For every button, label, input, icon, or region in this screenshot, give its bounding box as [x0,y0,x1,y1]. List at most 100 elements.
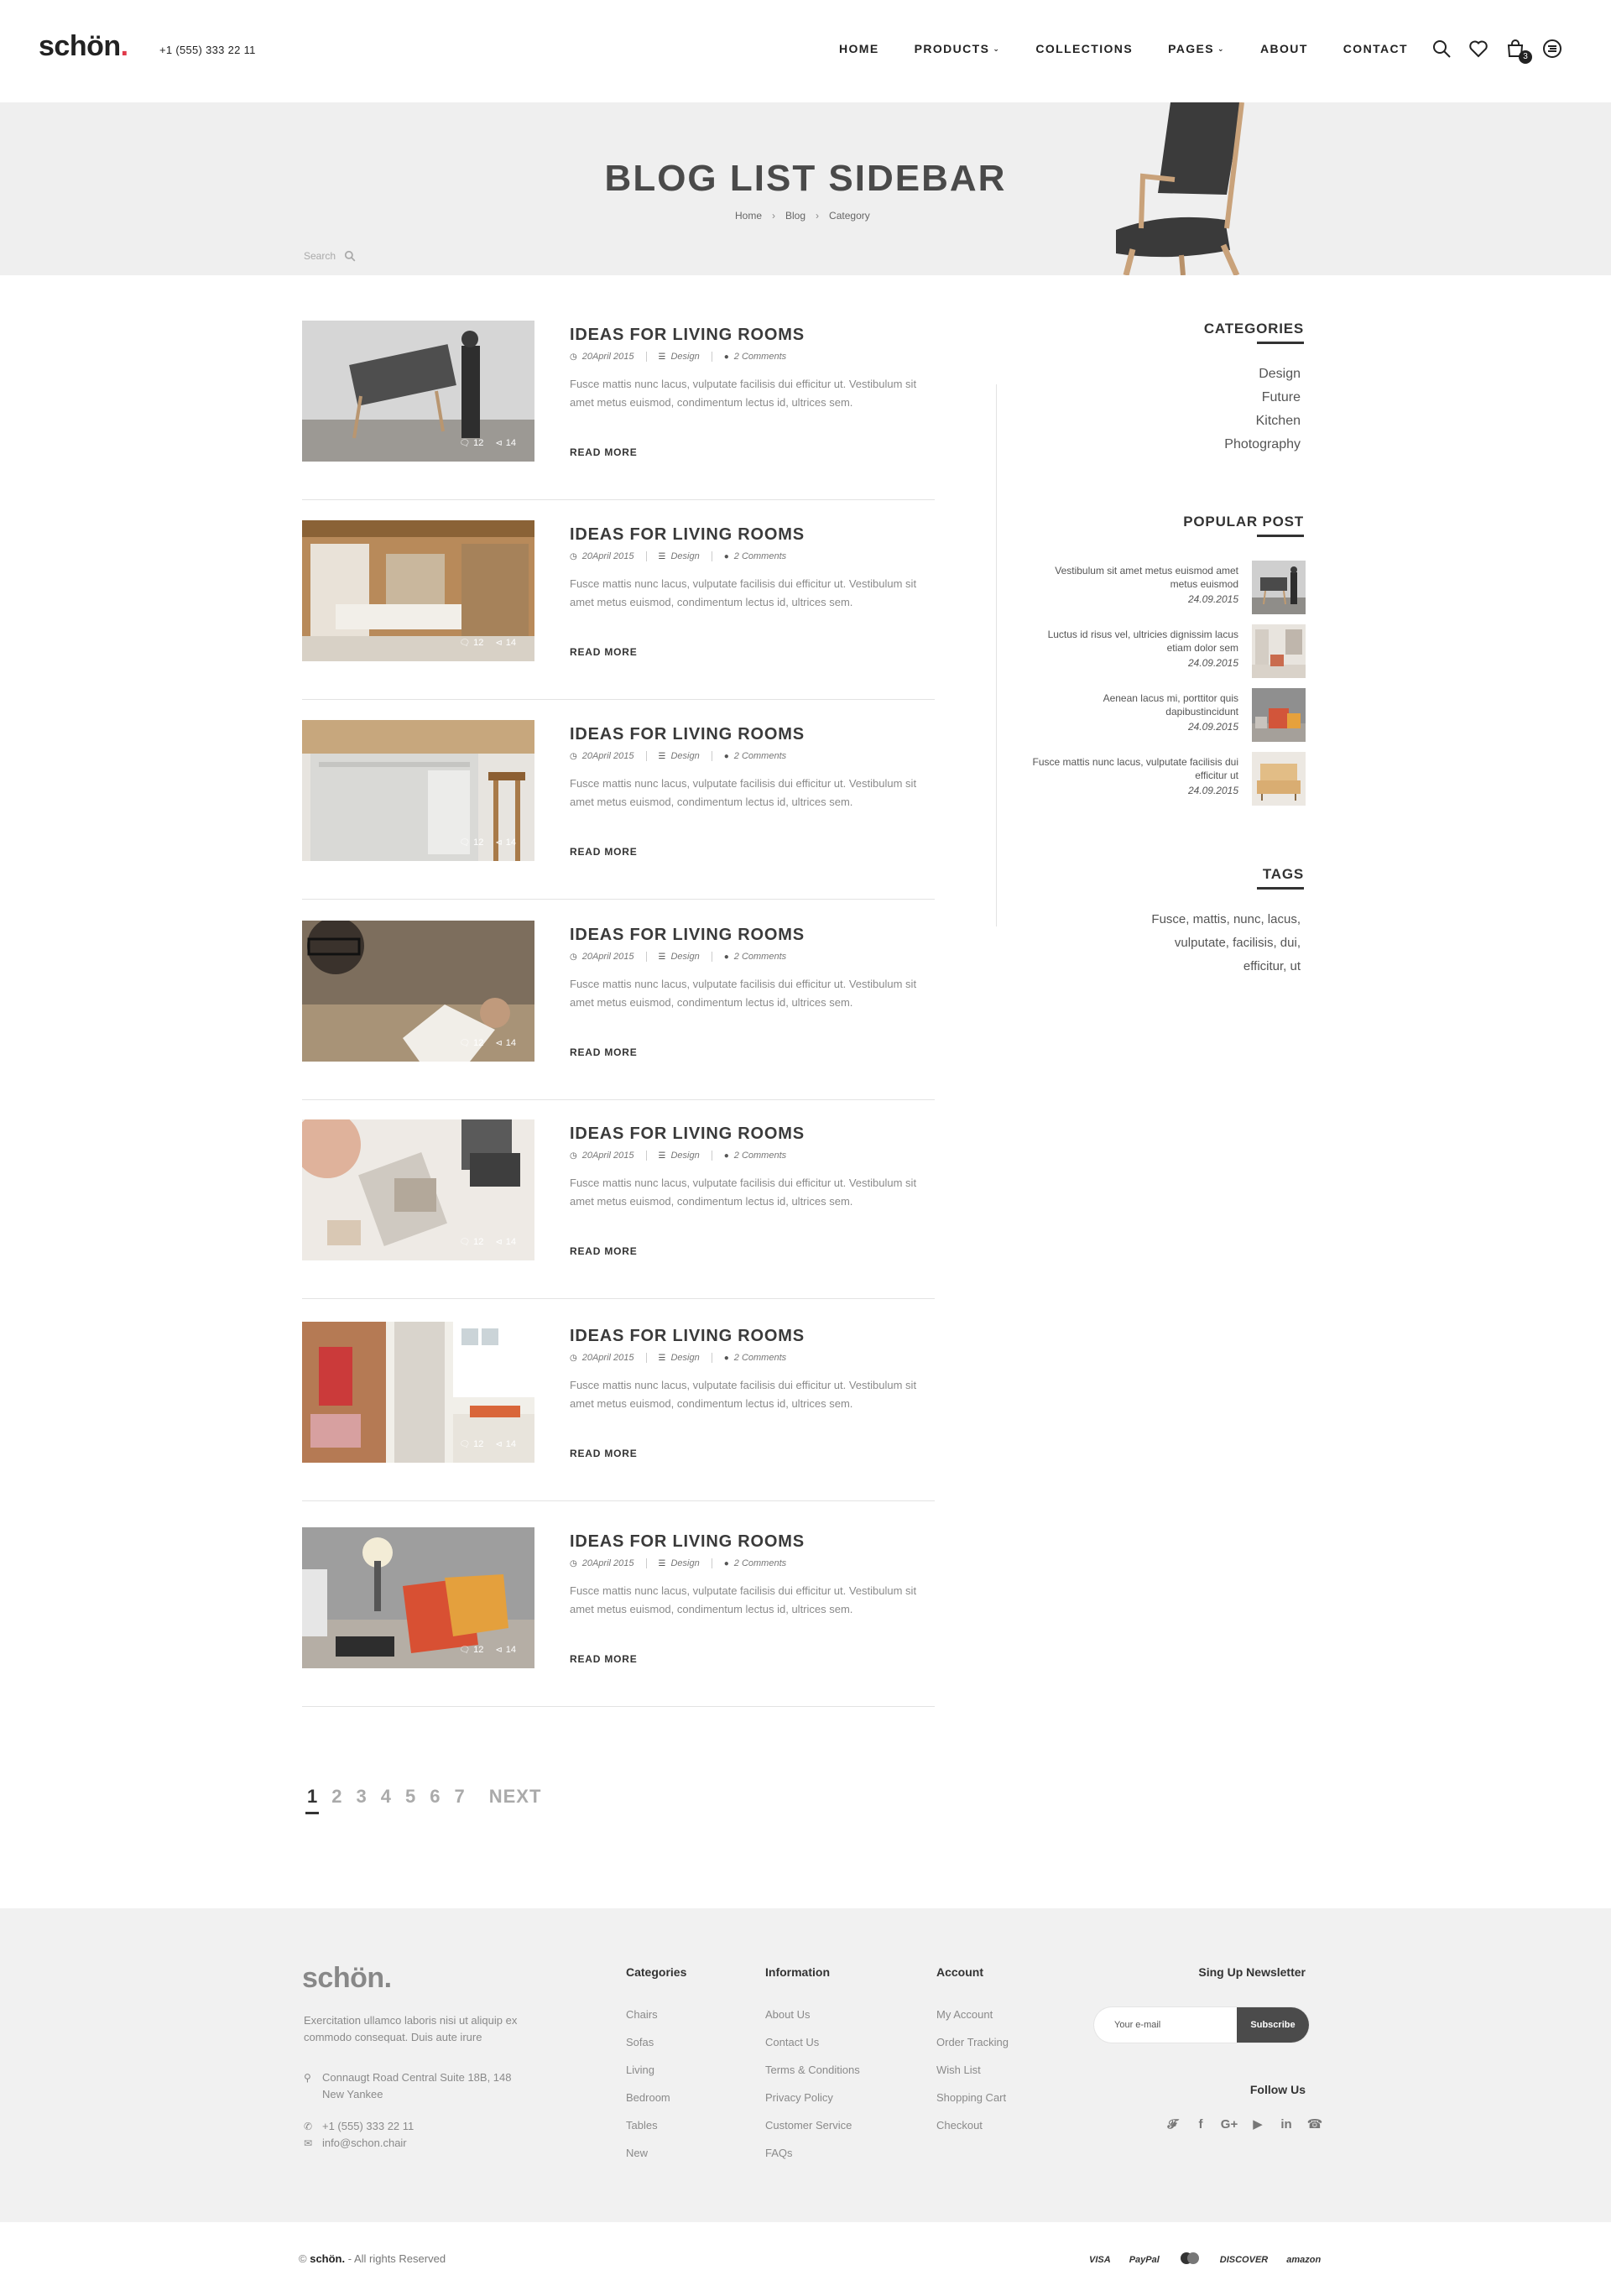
category-item[interactable]: Future [1224,386,1301,410]
share-count[interactable]: ⊲ 14 [495,438,516,448]
popular-post-thumbnail[interactable] [1252,624,1306,678]
popular-post-title[interactable]: Aenean lacus mi, porttitor quis dapibust… [1029,691,1238,718]
popular-post-title[interactable]: Fusce mattis nunc lacus, vulputate facil… [1029,755,1238,782]
footer-link[interactable]: Terms & Conditions [765,2056,860,2084]
post-category[interactable]: ☰ Design [659,551,712,561]
twitter-icon[interactable]: 𝓕 [1158,2115,1186,2133]
page-link-3[interactable]: 3 [357,1786,367,1808]
share-count[interactable]: ⊲ 14 [495,1237,516,1247]
nav-pages[interactable]: PAGES ⌄ [1168,42,1225,55]
footer-link[interactable]: Order Tracking [936,2028,1009,2056]
read-more-link[interactable]: READ MORE [570,446,638,458]
footer-link[interactable]: Bedroom [626,2084,686,2111]
breadcrumb-home[interactable]: Home [735,210,762,222]
post-category[interactable]: ☰ Design [659,1558,712,1568]
newsletter-email-input[interactable] [1094,2007,1237,2043]
search-icon[interactable] [344,250,356,262]
breadcrumb-blog[interactable]: Blog [785,210,806,222]
next-page-link[interactable]: NEXT [489,1786,542,1808]
page-link-4[interactable]: 4 [381,1786,391,1808]
google-plus-icon[interactable]: G+ [1215,2115,1243,2133]
post-thumbnail[interactable]: 🗨 12 ⊲ 14 [302,1322,534,1463]
post-category[interactable]: ☰ Design [659,751,712,761]
popular-post-item[interactable]: Fusce mattis nunc lacus, vulputate facil… [1033,752,1306,816]
popular-post-title[interactable]: Luctus id risus vel, ultricies dignissim… [1029,628,1238,655]
footer-link[interactable]: Tables [626,2111,686,2139]
category-item[interactable]: Photography [1224,433,1301,457]
comment-count[interactable]: 🗨 12 [459,1237,483,1247]
post-comments[interactable]: ● 2 Comments [724,1353,798,1363]
post-thumbnail[interactable]: 🗨 12 ⊲ 14 [302,520,534,661]
post-category[interactable]: ☰ Design [659,1151,712,1161]
page-link-2[interactable]: 2 [331,1786,341,1808]
post-thumbnail[interactable]: 🗨 12 ⊲ 14 [302,720,534,861]
facebook-icon[interactable]: f [1186,2115,1215,2133]
read-more-link[interactable]: READ MORE [570,1046,638,1058]
footer-link[interactable]: Customer Service [765,2111,860,2139]
post-thumbnail[interactable]: 🗨 12 ⊲ 14 [302,1119,534,1260]
post-title[interactable]: IDEAS FOR LIVING ROOMS [570,326,931,345]
post-comments[interactable]: ● 2 Comments [724,352,798,362]
share-count[interactable]: ⊲ 14 [495,838,516,848]
comment-count[interactable]: 🗨 12 [459,438,483,448]
post-category[interactable]: ☰ Design [659,352,712,362]
post-title[interactable]: IDEAS FOR LIVING ROOMS [570,1532,931,1552]
popular-post-title[interactable]: Vestibulum sit amet metus euismod amet m… [1029,564,1238,591]
nav-home[interactable]: HOME [839,42,879,55]
popular-post-item[interactable]: Luctus id risus vel, ultricies dignissim… [1034,624,1306,688]
footer-link[interactable]: Chairs [626,2001,686,2028]
post-category[interactable]: ☰ Design [659,1353,712,1363]
comment-count[interactable]: 🗨 12 [459,1439,483,1449]
footer-logo[interactable]: schön. [302,1962,392,1995]
post-thumbnail[interactable]: 🗨 12 ⊲ 14 [302,1527,534,1668]
footer-link[interactable]: Shopping Cart [936,2084,1009,2111]
post-comments[interactable]: ● 2 Comments [724,551,798,561]
share-count[interactable]: ⊲ 14 [495,1439,516,1449]
page-link-7[interactable]: 7 [455,1786,465,1808]
footer-link[interactable]: Privacy Policy [765,2084,860,2111]
post-title[interactable]: IDEAS FOR LIVING ROOMS [570,1327,931,1346]
post-thumbnail[interactable]: 🗨 12 ⊲ 14 [302,321,534,462]
post-comments[interactable]: ● 2 Comments [724,1151,798,1161]
popular-post-item[interactable]: Vestibulum sit amet metus euismod amet m… [1034,561,1306,624]
whatsapp-icon[interactable]: ☎ [1301,2115,1329,2133]
cart-icon[interactable]: 3 [1504,37,1532,64]
footer-link[interactable]: New [626,2139,686,2167]
tag-cloud[interactable]: Fusce, mattis, nunc, lacus, vulputate, f… [1133,908,1301,978]
post-title[interactable]: IDEAS FOR LIVING ROOMS [570,926,931,945]
nav-contact[interactable]: CONTACT [1343,42,1408,55]
category-item[interactable]: Design [1224,363,1301,386]
page-link-5[interactable]: 5 [405,1786,415,1808]
read-more-link[interactable]: READ MORE [570,846,638,858]
footer-link[interactable]: My Account [936,2001,1009,2028]
footer-link[interactable]: FAQs [765,2139,860,2167]
post-title[interactable]: IDEAS FOR LIVING ROOMS [570,1125,931,1144]
logo[interactable]: schön. [39,30,128,63]
post-comments[interactable]: ● 2 Comments [724,1558,798,1568]
youtube-icon[interactable]: ▶ [1243,2115,1272,2133]
search-icon[interactable] [1430,37,1453,60]
footer-link[interactable]: Sofas [626,2028,686,2056]
footer-email[interactable]: info@schon.chair [322,2135,407,2152]
menu-icon[interactable] [1541,37,1564,60]
footer-link[interactable]: Living [626,2056,686,2084]
popular-post-thumbnail[interactable] [1252,752,1306,806]
comment-count[interactable]: 🗨 12 [459,638,483,648]
read-more-link[interactable]: READ MORE [570,1448,638,1459]
post-title[interactable]: IDEAS FOR LIVING ROOMS [570,725,931,744]
popular-post-thumbnail[interactable] [1252,561,1306,614]
post-category[interactable]: ☰ Design [659,952,712,962]
comment-count[interactable]: 🗨 12 [459,1645,483,1655]
popular-post-thumbnail[interactable] [1252,688,1306,742]
post-title[interactable]: IDEAS FOR LIVING ROOMS [570,525,931,545]
heart-icon[interactable] [1467,37,1490,60]
read-more-link[interactable]: READ MORE [570,646,638,658]
footer-link[interactable]: About Us [765,2001,860,2028]
share-count[interactable]: ⊲ 14 [495,1038,516,1048]
post-comments[interactable]: ● 2 Comments [724,952,798,962]
footer-link[interactable]: Checkout [936,2111,1009,2139]
read-more-link[interactable]: READ MORE [570,1245,638,1257]
comment-count[interactable]: 🗨 12 [459,838,483,848]
nav-collections[interactable]: COLLECTIONS [1035,42,1133,55]
nav-products[interactable]: PRODUCTS ⌄ [915,42,1001,55]
